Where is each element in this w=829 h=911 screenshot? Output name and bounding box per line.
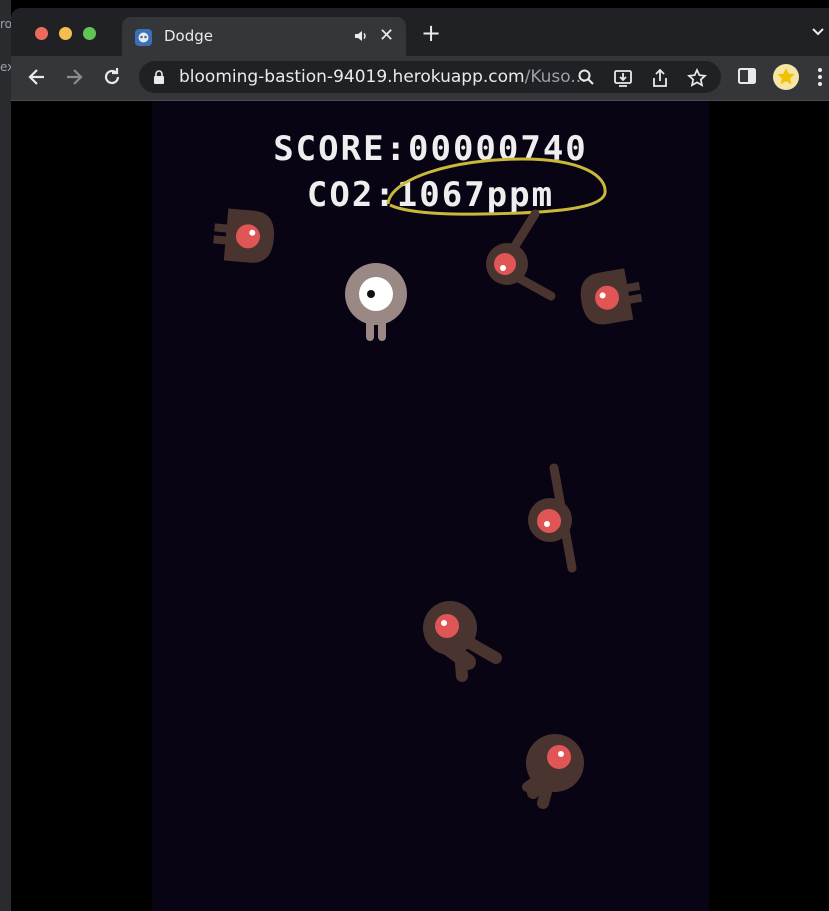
- speaker-icon[interactable]: [353, 28, 369, 44]
- game-sprites: [213, 157, 643, 809]
- enemy-mob: [423, 601, 502, 682]
- star-icon[interactable]: [687, 68, 707, 88]
- godot-icon: [135, 29, 152, 46]
- back-icon[interactable]: [26, 66, 48, 88]
- tab-dodge[interactable]: Dodge ✕: [122, 17, 406, 57]
- forward-icon[interactable]: [63, 66, 85, 88]
- annotation-circle: [386, 157, 607, 216]
- background-window-text: ro: [0, 17, 11, 31]
- share-icon[interactable]: [651, 68, 669, 88]
- enemy-mob: [522, 734, 584, 809]
- close-tab-icon[interactable]: ✕: [379, 25, 394, 46]
- plus-icon[interactable]: +: [421, 21, 441, 45]
- search-icon[interactable]: [577, 68, 595, 86]
- enemy-mob: [580, 268, 643, 325]
- menu-icon[interactable]: [814, 66, 826, 88]
- tab-strip: Dodge ✕ +: [11, 8, 829, 57]
- lock-icon[interactable]: [153, 70, 165, 84]
- zoom-window-button[interactable]: [83, 27, 96, 40]
- close-window-button[interactable]: [35, 27, 48, 40]
- browser-toolbar: blooming-bastion-94019.herokuapp.com/Kus…: [11, 56, 829, 101]
- install-icon[interactable]: [613, 68, 633, 88]
- player-ghost: [345, 263, 407, 341]
- enemy-mob: [213, 208, 275, 263]
- profile-icon[interactable]: [772, 63, 800, 91]
- url-text[interactable]: blooming-bastion-94019.herokuapp.com/Kus…: [179, 67, 587, 87]
- enemy-mob: [486, 209, 556, 301]
- tab-title: Dodge: [164, 27, 213, 45]
- background-window-edge: ro ex: [0, 0, 11, 911]
- game-canvas[interactable]: SCORE:00000740 CO2:1067ppm: [152, 101, 709, 911]
- enemy-mob: [528, 463, 577, 573]
- reload-icon[interactable]: [101, 66, 123, 88]
- minimize-window-button[interactable]: [59, 27, 72, 40]
- chevron-down-icon[interactable]: [811, 25, 825, 39]
- url-host: blooming-bastion-94019.herokuapp.com: [179, 67, 525, 87]
- sidepanel-icon[interactable]: [737, 66, 757, 86]
- background-window-text: ex: [0, 60, 11, 74]
- address-bar[interactable]: blooming-bastion-94019.herokuapp.com/Kus…: [139, 61, 721, 93]
